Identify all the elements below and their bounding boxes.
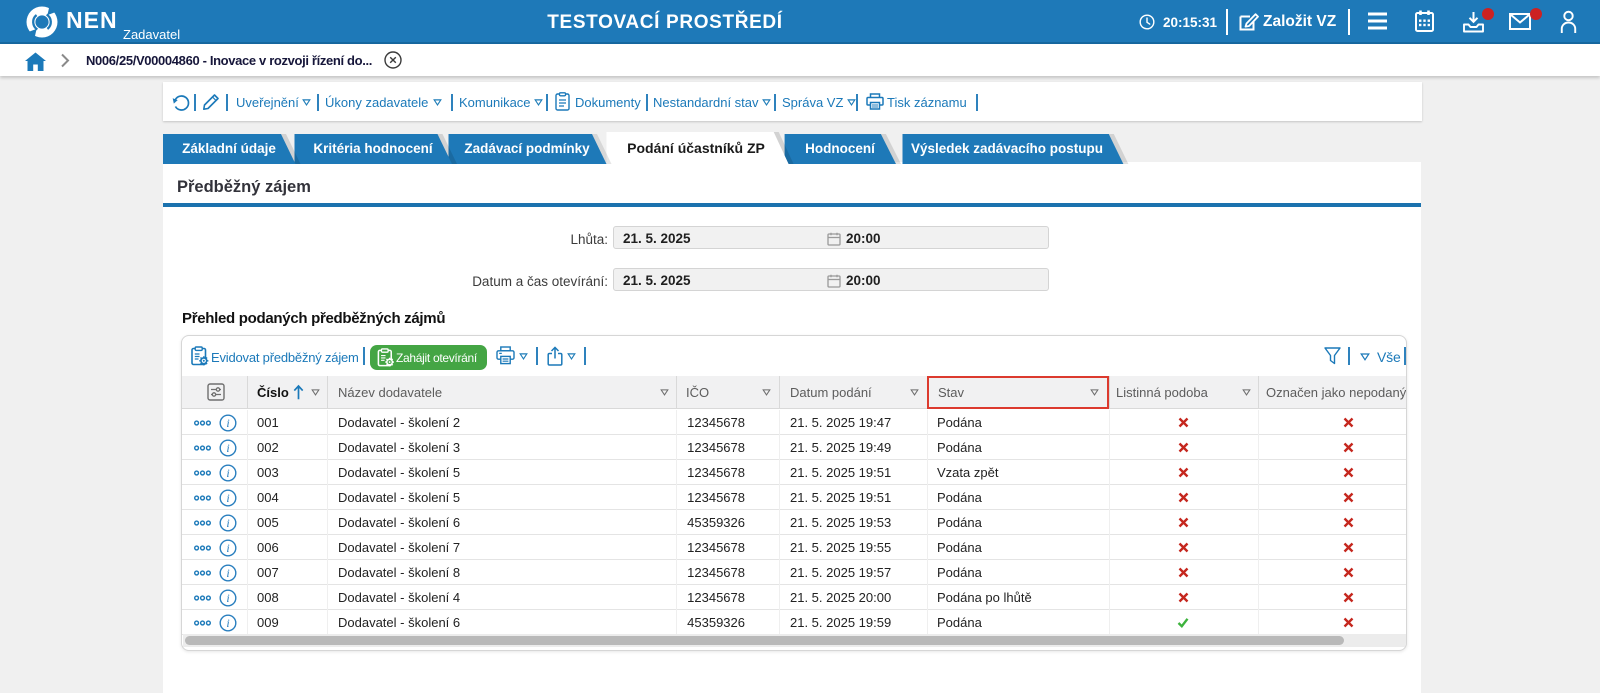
svg-text:i: i [226, 491, 229, 505]
svg-text:i: i [226, 541, 229, 555]
svg-text:i: i [226, 516, 229, 530]
svg-text:i: i [226, 591, 229, 605]
svg-text:i: i [226, 466, 229, 480]
svg-text:i: i [226, 441, 229, 455]
svg-text:i: i [226, 616, 229, 630]
svg-text:i: i [226, 416, 229, 430]
svg-text:i: i [226, 566, 229, 580]
